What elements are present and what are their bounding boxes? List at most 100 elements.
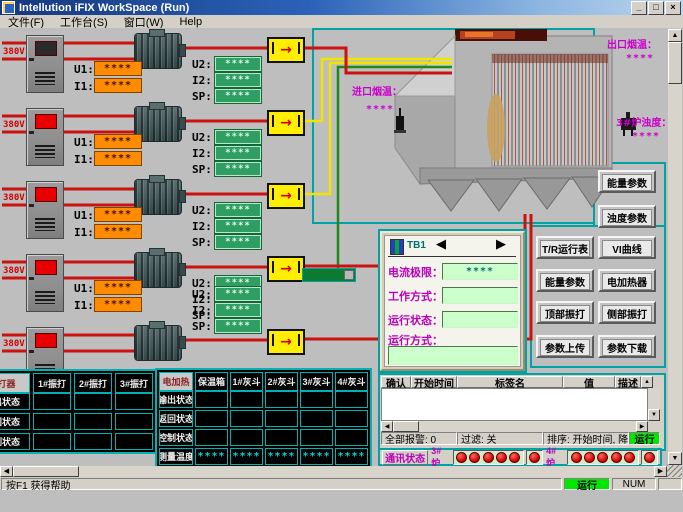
u1-value: **** — [94, 134, 142, 149]
sp-value: **** — [215, 235, 261, 249]
button-label: VI曲线 — [602, 240, 652, 257]
comm-status-dot — [643, 451, 655, 463]
restore-button[interactable]: □ — [648, 0, 664, 15]
cabinet-indicator — [35, 114, 57, 129]
breaker-switch[interactable]: → — [267, 183, 305, 209]
status-cell — [74, 433, 112, 450]
i1-label: I1: — [74, 299, 94, 312]
alarm-column-header[interactable]: 描述 — [615, 376, 641, 390]
side-rapping-button[interactable]: 侧部振打 — [598, 301, 656, 324]
alarm-column-header[interactable]: 确认 — [381, 376, 411, 390]
alarm-hscroll-left[interactable]: ◀ — [381, 421, 393, 432]
tb-field-label: 运行状态： — [388, 315, 443, 327]
status-cell — [265, 429, 298, 446]
i2-label: I2: — [192, 220, 212, 233]
control-cabinet[interactable] — [26, 108, 64, 166]
hscroll-track[interactable] — [13, 466, 654, 477]
tb-field-value — [388, 346, 518, 365]
voltage-label: 380V — [3, 339, 25, 349]
turbidity-params-button[interactable]: 浊度参数 — [598, 205, 656, 228]
transformer-rectifier[interactable] — [134, 321, 186, 361]
tr-run-table-button[interactable]: T/R运行表 — [536, 236, 594, 259]
alarm-hscroll-right[interactable]: ▶ — [636, 421, 648, 432]
control-cabinet[interactable] — [26, 35, 64, 93]
hscroll-thumb[interactable] — [13, 466, 79, 477]
menu-item-3[interactable]: Help — [171, 16, 210, 28]
u1-value: **** — [94, 61, 142, 76]
status-cell — [33, 393, 71, 410]
table-title: 电加热 — [159, 372, 193, 391]
rapper-status-table: 振打器1#振打2#振打3#振打输出状态返回状态控制状态 — [0, 369, 157, 454]
comm-status-strip: 通讯状态 3#炉 4#炉 — [378, 446, 662, 468]
comm-dot-single — [640, 449, 658, 465]
tb-field-label: 工作方式： — [388, 291, 443, 303]
energy-params-2-button[interactable]: 能量参数 — [536, 269, 594, 292]
cabinet-vents — [35, 145, 55, 158]
comm-status-dot — [528, 451, 540, 463]
column-header: 2#振打 — [74, 373, 112, 393]
close-button[interactable]: × — [665, 0, 681, 15]
alarm-column-header[interactable]: 值 — [563, 376, 615, 390]
vscroll-up-button[interactable]: ▲ — [668, 29, 682, 42]
row-header: 控制状态 — [159, 429, 193, 446]
next-tr-button[interactable]: ▶ — [496, 237, 506, 250]
button-label: T/R运行表 — [540, 240, 590, 257]
breaker-switch[interactable]: → — [267, 256, 305, 282]
scada-client-area: 380V → U1: **** I1: **** U2: **** I2: **** SP: ****… — [0, 28, 683, 477]
cabinet-indicator — [35, 260, 57, 275]
alarm-sort: 排序: 开始时间, 降序 — [543, 432, 629, 445]
params-download-button[interactable]: 参数下载 — [598, 335, 656, 358]
control-cabinet[interactable] — [26, 181, 64, 239]
alarm-vscroll-track[interactable] — [648, 388, 660, 409]
alarm-list-body[interactable] — [381, 388, 648, 421]
resize-grip — [667, 465, 682, 477]
electric-heater-button[interactable]: 电加热器 — [598, 269, 656, 292]
alarm-summary-panel: 确认开始时间标签名值描述▲ ▼ ◀ ▶ 全部报警: 0过滤: 关排序: 开始时间, 降序… — [378, 373, 666, 451]
breaker-switch[interactable]: → — [267, 37, 305, 63]
vscroll-track[interactable] — [668, 42, 682, 452]
prev-tr-button[interactable]: ◀ — [436, 237, 446, 250]
alarm-column-header[interactable]: 开始时间 — [411, 376, 457, 390]
i2-label: I2: — [192, 147, 212, 160]
hscroll-right-button[interactable]: ▶ — [654, 466, 667, 477]
alarm-column-header[interactable]: 标签名 — [457, 376, 563, 390]
status-cell — [33, 413, 71, 430]
column-header: 保温箱 — [195, 372, 228, 391]
status-cell — [265, 391, 298, 408]
i1-value: **** — [94, 78, 142, 93]
comm-status-dot — [610, 451, 622, 463]
status-run-indicator: 运行 — [564, 478, 610, 492]
breaker-switch[interactable]: → — [267, 329, 305, 355]
status-cell — [230, 391, 263, 408]
breaker-switch[interactable]: → — [267, 110, 305, 136]
vscroll-down-button[interactable]: ▼ — [668, 452, 682, 465]
vscroll-thumb[interactable] — [668, 42, 682, 84]
comm-status-dot — [509, 451, 521, 463]
energy-params-button[interactable]: 能量参数 — [598, 170, 656, 193]
cabinet-indicator — [35, 333, 57, 348]
comm-status-dot — [495, 451, 507, 463]
comm-status-dot — [584, 451, 596, 463]
alarm-scroll-up[interactable]: ▲ — [641, 376, 653, 388]
minimize-button[interactable]: _ — [631, 0, 647, 15]
alarm-hscroll-thumb[interactable] — [393, 421, 419, 432]
button-label: 电加热器 — [602, 273, 652, 290]
top-rapping-button[interactable]: 顶部振打 — [536, 301, 594, 324]
i1-label: I1: — [74, 80, 94, 93]
status-cell — [195, 391, 228, 408]
alarm-scroll-down[interactable]: ▼ — [648, 409, 660, 421]
i2-label: I2: — [192, 304, 212, 317]
column-header: 2#灰斗 — [265, 372, 298, 391]
sp-value: **** — [215, 162, 261, 176]
vi-curve-button[interactable]: VI曲线 — [598, 236, 656, 259]
status-cell — [265, 410, 298, 427]
hscroll-left-button[interactable]: ◀ — [0, 466, 13, 477]
params-upload-button[interactable]: 参数上传 — [536, 335, 594, 358]
comm-status-dot — [624, 451, 636, 463]
control-cabinet[interactable] — [26, 254, 64, 312]
u2-value: **** — [215, 57, 261, 71]
u2-label: U2: — [192, 58, 212, 71]
comm-status-dot — [570, 451, 582, 463]
column-header: 3#振打 — [115, 373, 153, 393]
alarm-hscroll-track[interactable] — [419, 421, 636, 432]
